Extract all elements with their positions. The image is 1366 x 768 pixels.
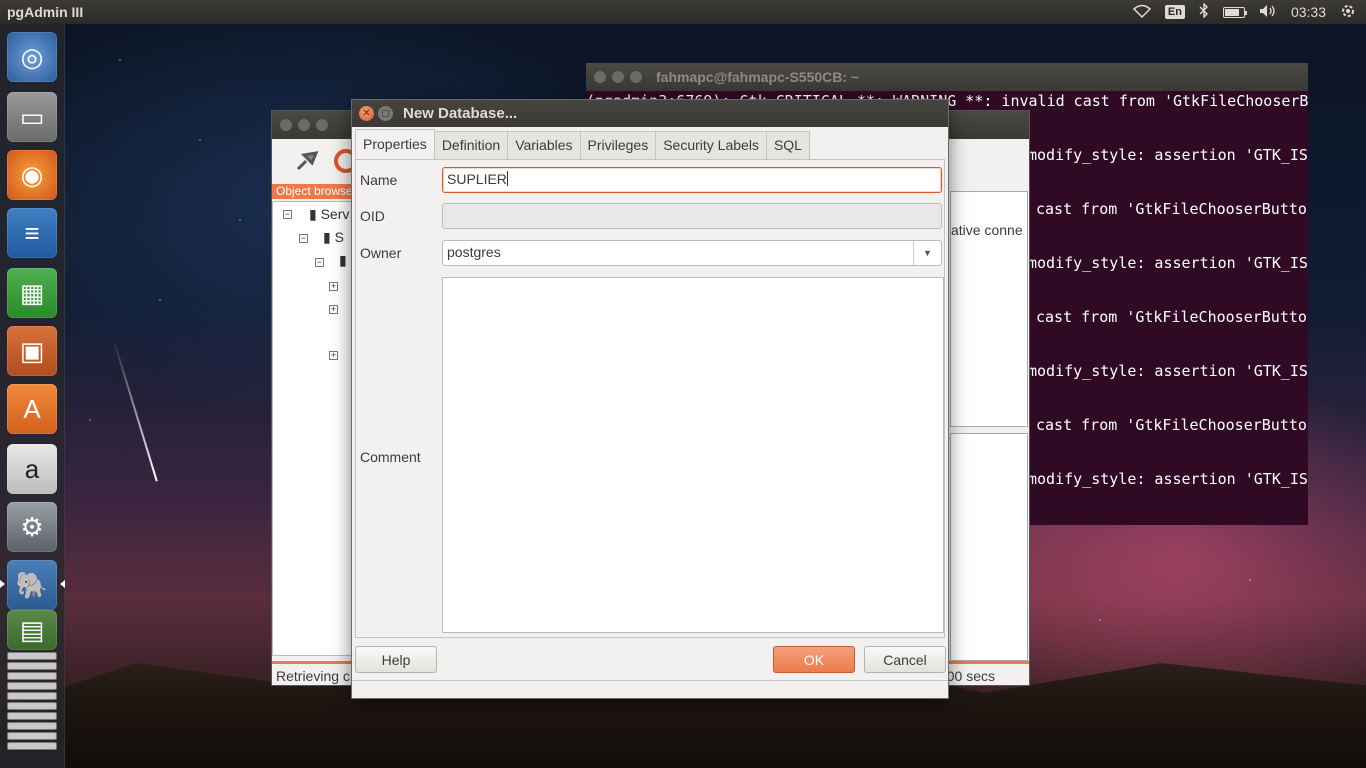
- cancel-button[interactable]: Cancel: [864, 646, 946, 673]
- terminal-line: cast from 'GtkFileChooserButto: [1036, 308, 1307, 326]
- tree-node-server[interactable]: ▮ S: [323, 229, 344, 246]
- launcher-stack-item[interactable]: [7, 652, 57, 660]
- launcher-stack-item[interactable]: [7, 682, 57, 690]
- text-cursor: [506, 171, 508, 186]
- bluetooth-icon[interactable]: [1199, 2, 1209, 21]
- tree-node-database[interactable]: ▮: [339, 252, 347, 269]
- launcher-stack-item[interactable]: [7, 672, 57, 680]
- terminal-line: modify_style: assertion 'GTK_IS: [1028, 254, 1308, 272]
- desktop-meteor: [112, 337, 158, 482]
- firefox-icon[interactable]: ◉: [7, 150, 57, 200]
- name-label: Name: [360, 172, 398, 188]
- status-right: 00 secs: [946, 668, 995, 684]
- terminal-line: cast from 'GtkFileChooserButto: [1036, 200, 1307, 218]
- launcher-stack-item[interactable]: [7, 692, 57, 700]
- expand-icon[interactable]: +: [329, 282, 338, 291]
- status-left: Retrieving c: [276, 668, 350, 684]
- tab-definition[interactable]: Definition: [433, 131, 509, 159]
- terminal-line: cast from 'GtkFileChooserButto: [1036, 416, 1307, 434]
- oid-field: [442, 203, 942, 229]
- close-icon[interactable]: [280, 119, 292, 131]
- top-panel: pgAdmin III En 03:33: [0, 0, 1366, 24]
- expand-icon[interactable]: +: [329, 305, 338, 314]
- help-button[interactable]: Help: [355, 646, 437, 673]
- volume-icon[interactable]: [1259, 4, 1277, 21]
- software-center-icon[interactable]: A: [7, 384, 57, 434]
- launcher-stack-item[interactable]: [7, 662, 57, 670]
- pgadmin-icon[interactable]: 🐘: [7, 560, 57, 610]
- dialog-title: New Database...: [403, 105, 518, 122]
- object-browser-tree[interactable]: − ▮ Serv − ▮ S − ▮ + + +: [272, 201, 352, 656]
- properties-pane: ative conne: [950, 191, 1028, 427]
- tree-node-label: S: [334, 229, 344, 245]
- writer-icon[interactable]: ≡: [7, 208, 57, 258]
- launcher-stack-item[interactable]: [7, 732, 57, 740]
- dash-home-icon[interactable]: ◎: [7, 32, 57, 82]
- terminal-line: modify_style: assertion 'GTK_IS: [1028, 362, 1308, 380]
- terminal-title: fahmapc@fahmapc-S550CB: ~: [656, 69, 860, 85]
- new-database-dialog[interactable]: ✕ ▢ New Database... Properties Definitio…: [351, 99, 949, 699]
- sql-pane: [950, 433, 1028, 661]
- name-field[interactable]: SUPLIER: [442, 167, 942, 193]
- maximize-icon[interactable]: [630, 71, 642, 83]
- comment-label: Comment: [360, 449, 421, 465]
- ok-button[interactable]: OK: [773, 646, 855, 673]
- collapse-icon[interactable]: −: [315, 258, 324, 267]
- system-tray: En 03:33: [1132, 2, 1366, 22]
- files-icon[interactable]: ▭: [7, 92, 57, 142]
- wifi-icon[interactable]: [1132, 4, 1151, 21]
- owner-label: Owner: [360, 245, 402, 261]
- dialog-tabs: Properties Definition Variables Privileg…: [355, 129, 810, 159]
- terminal-line: modify_style: assertion 'GTK_IS: [1028, 470, 1308, 488]
- terminal-titlebar[interactable]: fahmapc@fahmapc-S550CB: ~: [586, 63, 1308, 91]
- keyboard-layout-indicator[interactable]: En: [1164, 5, 1185, 19]
- tab-sql[interactable]: SQL: [765, 131, 810, 159]
- object-browser-label: Object browse: [272, 184, 362, 199]
- dialog-statusbar: [352, 680, 948, 698]
- calc-icon[interactable]: ▦: [7, 268, 57, 318]
- active-app-title: pgAdmin III: [7, 4, 84, 20]
- launcher-stack-item[interactable]: [7, 712, 57, 720]
- tree-node-label: Serv: [320, 206, 350, 222]
- dialog-titlebar[interactable]: ✕ ▢ New Database...: [352, 100, 948, 127]
- collapse-icon[interactable]: −: [299, 234, 308, 243]
- maximize-icon[interactable]: [316, 119, 328, 131]
- expand-icon[interactable]: +: [329, 351, 338, 360]
- tree-node-servers[interactable]: ▮ Serv: [309, 206, 349, 223]
- launcher-stack-item[interactable]: [7, 722, 57, 730]
- tab-privileges[interactable]: Privileges: [579, 131, 657, 159]
- minimize-icon[interactable]: [298, 119, 310, 131]
- tab-properties[interactable]: Properties: [355, 129, 435, 159]
- owner-combobox[interactable]: postgres ▼: [442, 240, 942, 266]
- clock[interactable]: 03:33: [1291, 4, 1326, 20]
- name-field-value: SUPLIER: [447, 171, 507, 187]
- amazon-icon[interactable]: a: [7, 444, 57, 494]
- chevron-down-icon[interactable]: ▼: [913, 241, 941, 265]
- running-indicator-left: [0, 580, 5, 588]
- minimize-icon[interactable]: ▢: [378, 106, 393, 121]
- launcher-stack-item[interactable]: [7, 702, 57, 710]
- collapse-icon[interactable]: −: [283, 210, 292, 219]
- terminal-line: modify_style: assertion 'GTK_IS: [1028, 146, 1308, 164]
- launcher: ◎ ▭ ◉ ≡ ▦ ▣ A a ⚙ 🐘 ▤: [0, 24, 65, 768]
- close-icon[interactable]: [594, 71, 606, 83]
- power-gear-icon[interactable]: [1340, 3, 1356, 22]
- running-indicator-right: [60, 580, 65, 588]
- settings-icon[interactable]: ⚙: [7, 502, 57, 552]
- battery-icon[interactable]: [1222, 6, 1247, 18]
- owner-value: postgres: [447, 244, 501, 260]
- launcher-stack-item[interactable]: [7, 742, 57, 750]
- oid-label: OID: [360, 208, 385, 224]
- tab-variables[interactable]: Variables: [507, 131, 581, 159]
- comment-textarea[interactable]: [442, 277, 944, 633]
- tab-security-labels[interactable]: Security Labels: [655, 131, 767, 159]
- connect-plug-icon[interactable]: [292, 145, 320, 178]
- close-icon[interactable]: ✕: [359, 106, 374, 121]
- properties-text: ative conne: [951, 222, 1023, 238]
- pfm-icon[interactable]: ▤: [7, 610, 57, 650]
- impress-icon[interactable]: ▣: [7, 326, 57, 376]
- properties-panel: Name SUPLIER OID Owner postgres ▼ Commen…: [355, 159, 945, 638]
- minimize-icon[interactable]: [612, 71, 624, 83]
